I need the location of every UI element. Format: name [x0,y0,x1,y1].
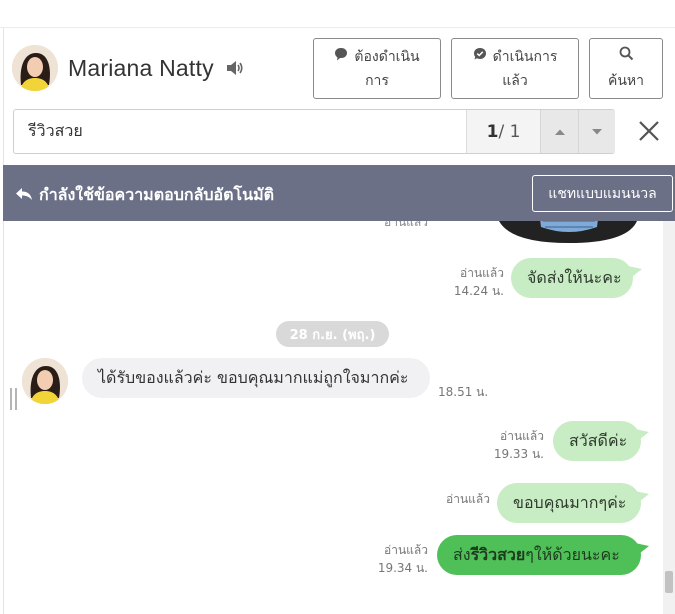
manual-chat-button[interactable]: แชทแบบแมนนวล [532,175,673,212]
done-button[interactable]: ดำเนินการ แล้ว [451,38,579,99]
speech-bubble-icon [334,45,348,69]
chat-messages[interactable]: อ่านแล้ว อ่านแล้ว 14.24 น. จัดส่งให้นะคะ… [4,221,663,614]
chat-header: Mariana Natty ต้องดำเนิน การ ดำเนินการ แ… [0,28,675,106]
auto-reply-status: กำลังใช้ข้อความตอบกลับอัตโนมัติ [15,183,274,208]
message-time: 19.33 น. [493,447,544,461]
chevron-down-icon [592,128,602,134]
outgoing-message[interactable]: ขอบคุณมากๆค่ะ [497,483,641,523]
scrollbar-thumb[interactable] [665,571,673,593]
contact-name: Mariana Natty [68,55,214,81]
search-total: / 1 [498,121,521,142]
avatar[interactable] [22,358,68,404]
message-time: 14.24 น. [453,284,504,298]
avatar[interactable] [12,45,58,91]
top-strip [0,0,675,28]
message-text: สวัสดีค่ะ [569,430,628,450]
read-receipt: อ่านแล้ว [460,266,504,280]
message-text-after: ๆให้ด้วยนะคะ [525,544,620,564]
read-receipt: อ่านแล้ว [384,543,428,557]
reply-icon [15,186,33,205]
sticker-image [499,221,637,243]
message-meta: 18.51 น. [438,383,488,401]
bubble-tail [635,543,649,557]
message-text-before: ส่ง [453,544,471,564]
check-bubble-icon [473,45,487,69]
message-text: ขอบคุณมากๆค่ะ [513,492,627,512]
todo-label-line1: ต้องดำเนิน [354,48,420,65]
bubble-tail [635,429,649,443]
read-receipt: อ่านแล้ว [384,221,428,229]
outgoing-message[interactable]: สวัสดีค่ะ [553,421,641,461]
search-result-count: 1 / 1 [466,110,540,153]
message-meta: อ่านแล้ว 19.33 น. [478,427,544,463]
search-input[interactable] [14,110,466,153]
search-button[interactable]: ค้นหา [589,38,663,99]
message-search-bar: 1 / 1 [13,109,615,154]
message-text: ได้รับของแล้วค่ะ ขอบคุณมากแม่ถูกใจมากค่ะ [98,367,409,387]
previous-result-button[interactable] [540,110,578,153]
search-label: ค้นหา [607,72,645,89]
done-label-line1: ดำเนินการ [492,48,558,65]
incoming-message[interactable]: ได้รับของแล้วค่ะ ขอบคุณมากแม่ถูกใจมากค่ะ [82,358,430,398]
close-search-button[interactable] [636,118,662,144]
outgoing-message[interactable]: จัดส่งให้นะคะ [511,258,633,298]
outgoing-message[interactable]: ส่งรีวิวสวยๆให้ด้วยนะคะ [437,535,641,575]
search-current: 1 [486,121,499,142]
search-highlight: รีวิวสวย [470,544,526,564]
message-meta: อ่านแล้ว 19.34 น. [362,541,428,577]
chat-scrollbar[interactable] [663,221,675,614]
message-time: 18.51 น. [438,385,489,399]
message-meta: อ่านแล้ว 14.24 น. [440,264,504,300]
bubble-tail [628,266,642,280]
done-label-line2: แล้ว [502,72,528,89]
message-meta: อ่านแล้ว [424,490,490,508]
message-time: 19.34 น. [377,561,428,575]
todo-label-line2: การ [365,72,389,89]
date-separator: 28 ก.ย. (พฤ.) [276,321,389,347]
resize-handle[interactable] [10,388,18,410]
message-text: ส่งรีวิวสวยๆให้ด้วยนะคะ [453,543,620,568]
read-receipt: อ่านแล้ว [500,429,544,443]
close-icon [639,121,659,141]
todo-button[interactable]: ต้องดำเนิน การ [313,38,441,99]
auto-reply-banner: กำลังใช้ข้อความตอบกลับอัตโนมัติ แชทแบบแม… [3,165,675,221]
message-text: จัดส่งให้นะคะ [527,267,622,287]
read-receipt: อ่านแล้ว [446,492,490,506]
bubble-tail [635,491,649,505]
chevron-up-icon [554,129,565,135]
speaker-icon[interactable] [226,60,244,76]
auto-reply-text: กำลังใช้ข้อความตอบกลับอัตโนมัติ [39,185,274,204]
search-icon [619,45,634,69]
next-result-button[interactable] [578,110,615,153]
